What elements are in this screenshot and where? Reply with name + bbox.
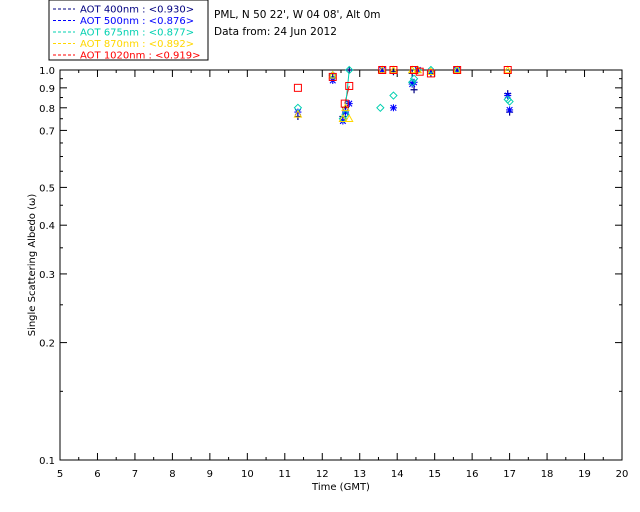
y-tick-label: 0.5 — [39, 183, 55, 194]
star-marker — [389, 104, 397, 112]
data-marks — [293, 65, 514, 125]
site-label: PML, N 50 22', W 04 08', Alt 0m — [214, 9, 381, 21]
x-tick-label: 5 — [57, 469, 63, 480]
albedo-chart: AOT 400nm : <0.930>AOT 500nm : <0.876>AO… — [27, 0, 629, 493]
date-label: Data from: 24 Jun 2012 — [214, 26, 337, 38]
diamond-marker — [389, 91, 398, 100]
y-tick-label: 0.4 — [39, 221, 55, 232]
y-tick-label: 0.9 — [39, 84, 55, 95]
y-tick-label: 0.1 — [39, 456, 55, 467]
series-group — [294, 66, 514, 125]
y-tick-label: 0.8 — [39, 104, 55, 115]
x-axis-ticks: 5 6 7 8 9 10 11 12 13 14 15 16 17 18 19 20 — [57, 70, 629, 480]
legend-entry: AOT 500nm : <0.876> — [80, 16, 194, 27]
x-tick-label: 19 — [578, 469, 591, 480]
plot-frame — [59, 69, 623, 461]
x-tick-label: 13 — [353, 469, 366, 480]
x-tick-label: 8 — [169, 469, 175, 480]
legend-entry: AOT 400nm : <0.930> — [80, 5, 194, 16]
square-marker — [293, 83, 302, 92]
x-tick-label: 16 — [466, 469, 479, 480]
x-tick-label: 14 — [391, 469, 404, 480]
series-group — [293, 66, 512, 108]
star-marker — [339, 117, 347, 125]
x-tick-label: 18 — [541, 469, 554, 480]
x-tick-label: 7 — [132, 469, 138, 480]
y-axis-ticks: 1.0 0.9 0.8 0.7 0.5 0.4 0.3 0.2 0.1 — [39, 66, 622, 467]
star-marker-path — [506, 106, 514, 114]
plus-marker — [345, 66, 353, 74]
x-tick-label: 10 — [241, 469, 254, 480]
plus-marker-path — [410, 86, 418, 94]
x-tick-label: 17 — [503, 469, 516, 480]
diamond-marker-path — [376, 103, 385, 113]
x-tick-label: 20 — [616, 469, 629, 480]
y-tick-label: 0.7 — [39, 126, 55, 137]
series-group — [294, 66, 514, 120]
x-tick-label: 15 — [428, 469, 441, 480]
y-tick-label: 1.0 — [39, 66, 55, 77]
star-marker-path — [339, 117, 347, 125]
square-marker-path — [293, 83, 302, 92]
x-axis-label: Time (GMT) — [311, 482, 370, 493]
x-tick-label: 6 — [94, 469, 100, 480]
legend-entry: AOT 1020nm : <0.919> — [80, 51, 200, 62]
x-tick-label: 9 — [207, 469, 213, 480]
plus-marker — [410, 86, 418, 94]
plus-marker-path — [345, 66, 353, 74]
series-group — [293, 65, 514, 123]
star-marker-path — [389, 104, 397, 112]
series-group — [293, 65, 513, 123]
legend-entry: AOT 675nm : <0.877> — [80, 28, 194, 39]
diamond-marker — [376, 103, 385, 113]
y-tick-label: 0.3 — [39, 270, 55, 281]
y-tick-label: 0.2 — [39, 339, 55, 350]
diamond-marker-path — [389, 91, 398, 100]
x-tick-label: 12 — [316, 469, 329, 480]
star-marker — [506, 106, 514, 114]
y-axis-label: Single Scattering Albedo (ω) — [27, 194, 38, 337]
x-tick-label: 11 — [278, 469, 291, 480]
legend-entry: AOT 870nm : <0.892> — [80, 39, 194, 50]
